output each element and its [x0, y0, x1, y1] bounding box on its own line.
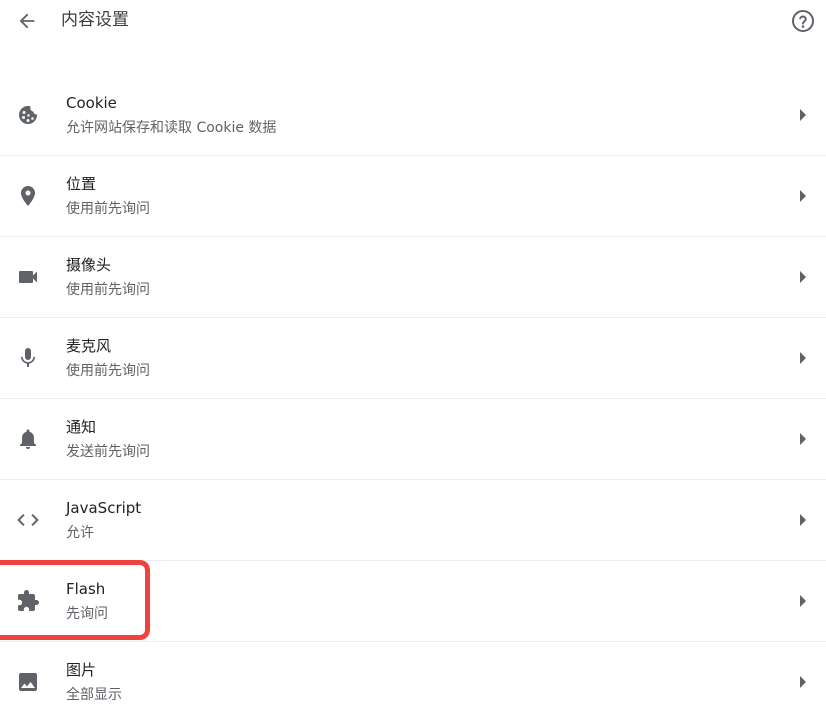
puzzle-icon [18, 590, 39, 611]
chevron-right-icon [800, 271, 806, 283]
help-circle-icon [792, 10, 814, 32]
settings-list: Cookie 允许网站保存和读取 Cookie 数据 位置 使用前先询问 摄像头… [0, 75, 826, 723]
setting-title: Flash [66, 580, 106, 598]
back-button[interactable] [12, 6, 42, 36]
camera-icon [19, 271, 37, 283]
setting-subtitle: 使用前先询问 [66, 201, 150, 217]
arrow-left-icon [19, 13, 35, 29]
code-icon [17, 514, 39, 526]
location-pin-icon [21, 186, 35, 206]
setting-subtitle: 全部显示 [66, 687, 122, 703]
setting-title: 位置 [66, 175, 97, 193]
setting-row-javascript[interactable]: JavaScript 允许 [0, 480, 826, 561]
setting-title: 麦克风 [66, 337, 112, 355]
setting-subtitle: 使用前先询问 [66, 363, 150, 379]
setting-row-microphone[interactable]: 麦克风 使用前先询问 [0, 318, 826, 399]
setting-row-images[interactable]: 图片 全部显示 [0, 642, 826, 723]
chevron-right-icon [800, 595, 806, 607]
bell-icon [20, 429, 36, 449]
setting-row-notifications[interactable]: 通知 发送前先询问 [0, 399, 826, 480]
chevron-right-icon [800, 190, 806, 202]
setting-subtitle: 允许 [66, 525, 94, 541]
setting-subtitle: 先询问 [66, 606, 108, 622]
page-title: 内容设置 [61, 10, 129, 30]
content-settings-page: 内容设置 Cookie 允许网站保存和读取 Cookie 数据 位置 使用前先询… [0, 0, 826, 725]
setting-title: JavaScript [66, 499, 142, 517]
setting-row-flash[interactable]: Flash 先询问 [0, 561, 826, 642]
microphone-icon [21, 348, 35, 367]
setting-row-camera[interactable]: 摄像头 使用前先询问 [0, 237, 826, 318]
setting-subtitle: 允许网站保存和读取 Cookie 数据 [66, 120, 277, 136]
setting-subtitle: 使用前先询问 [66, 282, 150, 298]
chevron-right-icon [800, 352, 806, 364]
setting-title: 通知 [66, 418, 97, 436]
top-bar: 内容设置 [0, 0, 826, 42]
cookie-icon [19, 106, 38, 124]
help-button[interactable] [790, 8, 816, 34]
setting-subtitle: 发送前先询问 [66, 444, 150, 460]
chevron-right-icon [800, 433, 806, 445]
setting-title: 图片 [66, 661, 97, 679]
chevron-right-icon [800, 109, 806, 121]
chevron-right-icon [800, 676, 806, 688]
setting-row-cookie[interactable]: Cookie 允许网站保存和读取 Cookie 数据 [0, 75, 826, 156]
setting-title: Cookie [66, 94, 117, 112]
image-icon [19, 673, 37, 691]
setting-title: 摄像头 [66, 256, 112, 274]
setting-row-location[interactable]: 位置 使用前先询问 [0, 156, 826, 237]
chevron-right-icon [800, 514, 806, 526]
